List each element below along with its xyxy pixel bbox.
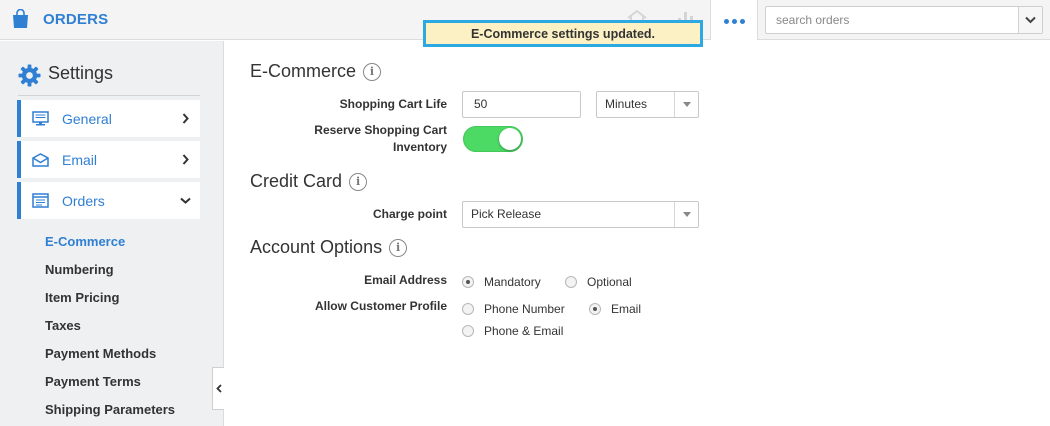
select-value: Pick Release: [471, 207, 542, 221]
sidebar-subitem-taxes[interactable]: Taxes: [45, 318, 81, 333]
charge-point-label: Charge point: [373, 207, 447, 221]
radio-dot: [462, 325, 474, 337]
search-input[interactable]: [766, 7, 1016, 33]
sidebar-item-email[interactable]: Email: [17, 141, 200, 178]
radio-email-optional[interactable]: Optional: [565, 275, 632, 289]
ellipsis-icon: [722, 11, 746, 29]
info-icon[interactable]: i: [389, 238, 408, 257]
radio-label: Phone & Email: [484, 324, 564, 338]
reserve-inventory-label-line2: Inventory: [392, 140, 447, 154]
sidebar-item-label: Orders: [62, 192, 105, 209]
radio-dot: [462, 276, 474, 288]
envelope-icon: [32, 152, 50, 168]
chevron-down-icon: [179, 197, 191, 204]
toggle-knob: [499, 128, 521, 150]
reserve-inventory-label: Reserve Shopping Cart Inventory: [314, 122, 447, 156]
sidebar-item-label: General: [62, 110, 112, 127]
radio-profile-phone-number[interactable]: Phone Number: [462, 302, 565, 316]
radio-label: Mandatory: [484, 275, 541, 289]
sidebar-item-label: Email: [62, 151, 98, 168]
radio-label: Email: [611, 302, 642, 316]
collapse-sidebar-button[interactable]: [212, 367, 224, 410]
sidebar-subitem-payment-methods[interactable]: Payment Methods: [45, 346, 156, 361]
radio-dot: [565, 276, 577, 288]
app-title[interactable]: ORDERS: [12, 9, 108, 29]
app-title-text: ORDERS: [43, 10, 109, 28]
radio-profile-email[interactable]: Email: [589, 302, 641, 316]
caret-down-icon: [674, 202, 698, 227]
notification-toast: E-Commerce settings updated.: [423, 20, 703, 47]
notification-message: E-Commerce settings updated.: [470, 26, 656, 41]
radio-label: Phone Number: [484, 302, 565, 316]
allow-customer-profile-label: Allow Customer Profile: [314, 299, 447, 313]
monitor-icon: [32, 111, 50, 127]
section-title-e-commerce: E-Commerce i: [250, 61, 382, 82]
sidebar-item-orders[interactable]: Orders: [17, 182, 200, 219]
sidebar-item-general[interactable]: General: [17, 100, 200, 137]
radio-profile-phone-and-email[interactable]: Phone & Email: [462, 324, 563, 338]
select-value: Minutes: [605, 97, 648, 111]
chevron-right-icon: [179, 154, 191, 165]
sidebar: Settings General Email Orders E-Commerce…: [0, 41, 224, 426]
section-title-text: Credit Card: [250, 171, 343, 191]
charge-point-select[interactable]: Pick Release: [462, 201, 699, 228]
radio-email-mandatory[interactable]: Mandatory: [462, 275, 541, 289]
info-icon[interactable]: i: [363, 62, 382, 81]
reserve-inventory-label-line1: Reserve Shopping Cart: [314, 123, 447, 137]
radio-label: Optional: [587, 275, 632, 289]
search-box[interactable]: [765, 6, 1043, 34]
radio-dot: [589, 303, 601, 315]
shopping-cart-life-label: Shopping Cart Life: [339, 97, 447, 111]
more-options-button[interactable]: [710, 0, 758, 40]
chevron-right-icon: [179, 113, 191, 124]
caret-down-icon: [674, 92, 698, 117]
section-title-credit-card: Credit Card i: [250, 171, 368, 192]
search-dropdown-button[interactable]: [1018, 7, 1042, 33]
sidebar-subitem-e-commerce[interactable]: E-Commerce: [45, 234, 125, 249]
radio-dot: [462, 303, 474, 315]
cart-life-unit-select[interactable]: Minutes: [596, 91, 699, 118]
gear-icon: [18, 64, 41, 87]
sidebar-subitem-item-pricing[interactable]: Item Pricing: [45, 290, 119, 305]
section-title-account-options: Account Options i: [250, 237, 408, 258]
sidebar-subitem-numbering[interactable]: Numbering: [45, 262, 114, 277]
shopping-cart-life-input[interactable]: 50: [462, 91, 581, 118]
sidebar-subitem-payment-terms[interactable]: Payment Terms: [45, 374, 141, 389]
chevron-left-icon: [215, 384, 222, 393]
sidebar-subitem-shipping-parameters[interactable]: Shipping Parameters: [45, 402, 175, 417]
section-title-text: E-Commerce: [250, 61, 357, 81]
sidebar-title: Settings: [48, 63, 114, 83]
sidebar-header: Settings: [18, 63, 200, 96]
reserve-inventory-toggle[interactable]: [463, 126, 523, 152]
shopping-bag-icon: [13, 9, 28, 28]
info-icon[interactable]: i: [349, 172, 368, 191]
window-list-icon: [32, 193, 50, 209]
email-address-label: Email Address: [364, 273, 447, 287]
chevron-down-icon: [1025, 16, 1036, 24]
section-title-text: Account Options: [250, 237, 383, 257]
